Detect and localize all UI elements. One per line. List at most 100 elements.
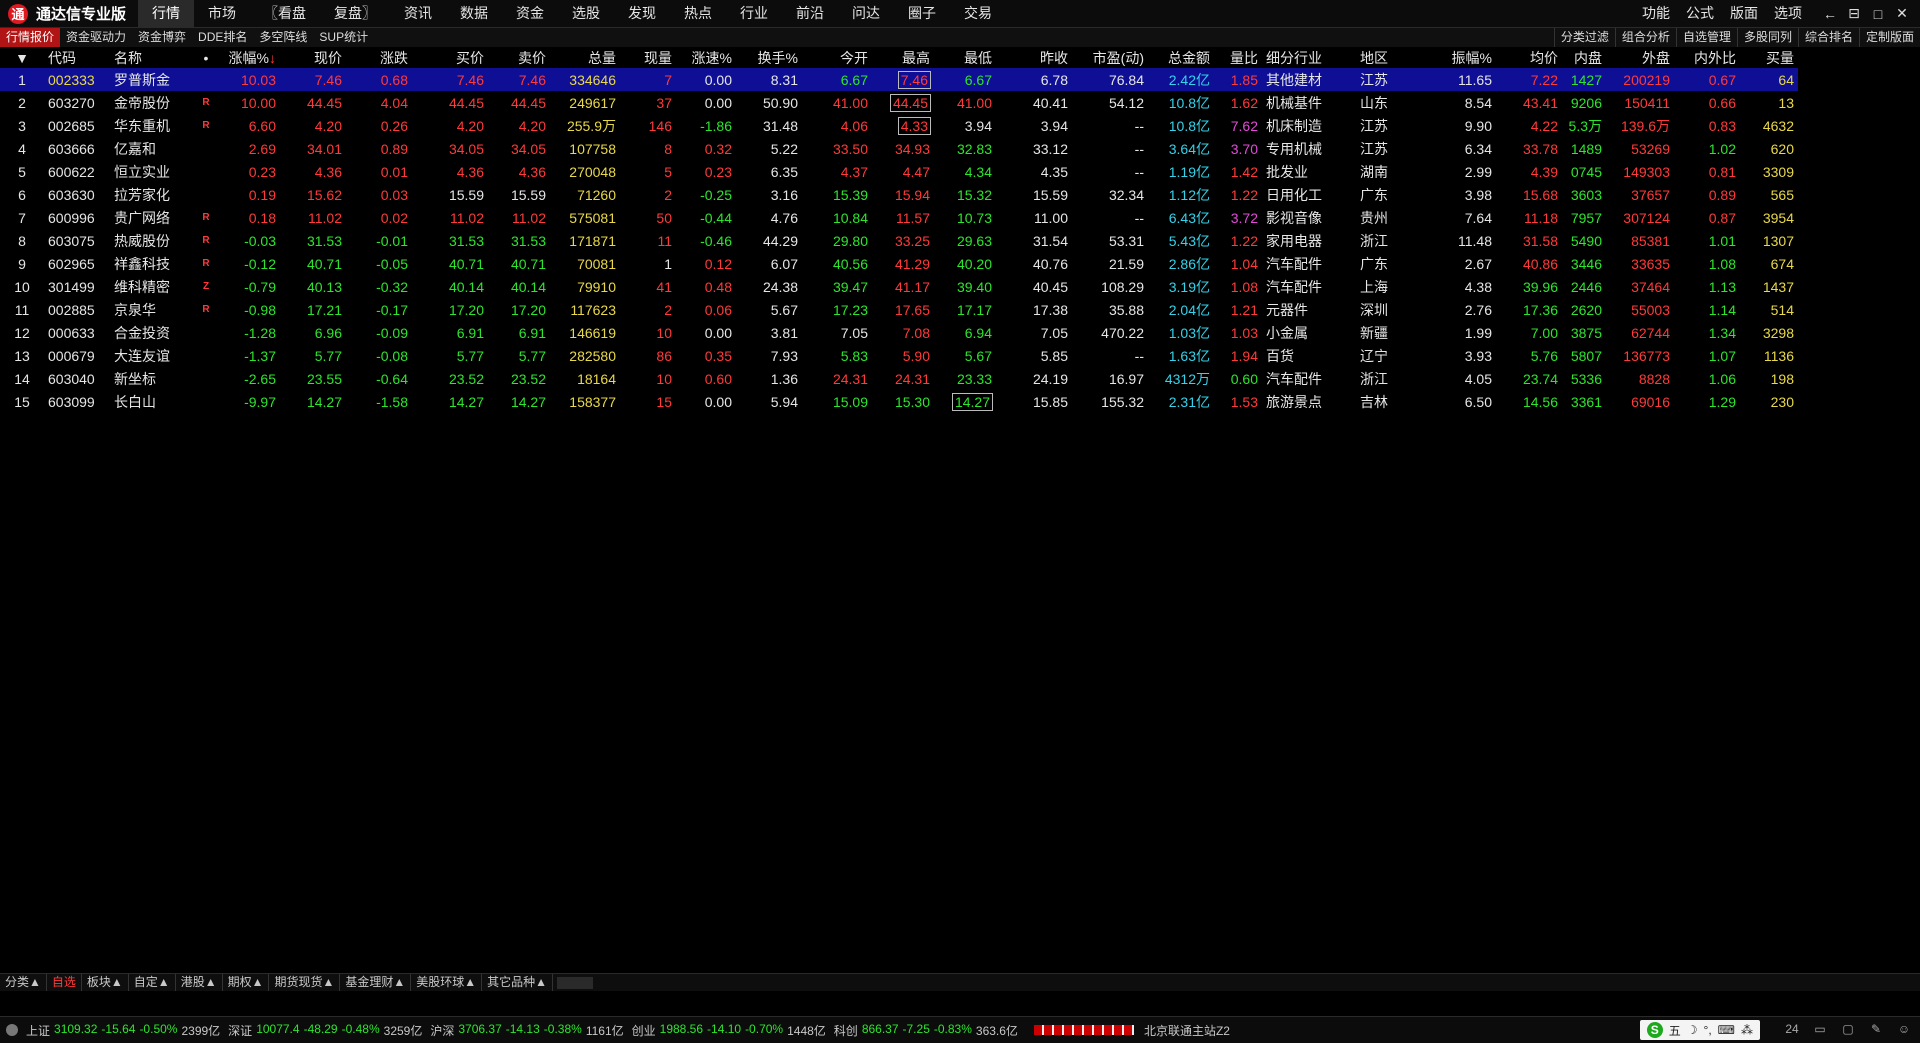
table-row[interactable]: 1 002333 罗普斯金 10.03 7.46 0.68 7.46 7.46 334646 7 0… (0, 68, 1798, 91)
index-name[interactable]: 深证 (228, 1022, 252, 1039)
button-watchlist-manage[interactable]: 自选管理 (1675, 28, 1737, 47)
column-header-low[interactable]: 最低 (934, 48, 996, 68)
ime-more-icon[interactable]: ⁂ (1741, 1023, 1753, 1037)
tab-sup-stats[interactable]: SUP统计 (313, 28, 374, 47)
column-header-ask[interactable]: 卖价 (488, 48, 550, 68)
index-name[interactable]: 上证 (26, 1022, 50, 1039)
column-header-change[interactable]: 涨跌 (346, 48, 412, 68)
menu-item-news[interactable]: 资讯 (390, 0, 446, 27)
sheet-tab-funds[interactable]: 基金理财▲ (340, 974, 412, 991)
ime-mode-icon[interactable]: 五 (1669, 1022, 1681, 1039)
button-portfolio-analysis[interactable]: 组合分析 (1614, 28, 1676, 47)
menu-item-functions[interactable]: 功能 (1634, 0, 1678, 27)
column-header-prev-close[interactable]: 昨收 (996, 48, 1072, 68)
index-name[interactable]: 沪深 (430, 1022, 454, 1039)
menu-item-layout[interactable]: 版面 (1722, 0, 1766, 27)
column-header-avg-price[interactable]: 均价 (1496, 48, 1562, 68)
menu-item-options[interactable]: 选项 (1766, 0, 1810, 27)
table-row[interactable]: 10 301499 维科精密 Z -0.79 40.13 -0.32 40.14 40.14 79… (0, 275, 1798, 298)
column-menu-icon[interactable]: ▼ (0, 48, 44, 68)
column-header-region[interactable]: 地区 (1356, 48, 1422, 68)
column-header-speed[interactable]: 涨速% (676, 48, 736, 68)
table-row[interactable]: 7 600996 贵广网络 R 0.18 11.02 0.02 11.02 11.02 57508… (0, 206, 1798, 229)
column-header-outer[interactable]: 外盘 (1606, 48, 1674, 68)
table-row[interactable]: 2 603270 金帝股份 R 10.00 44.45 4.04 44.45 44.45 2496… (0, 91, 1798, 114)
tab-capital-drive[interactable]: 资金驱动力 (60, 28, 132, 47)
back-arrow-icon[interactable]: ← (1818, 6, 1842, 22)
index-name[interactable]: 创业 (632, 1022, 656, 1039)
table-row[interactable]: 12 000633 合金投资 -1.28 6.96 -0.09 6.91 6.91 146619… (0, 321, 1798, 344)
table-row[interactable]: 5 600622 恒立实业 0.23 4.36 0.01 4.36 4.36 270048 5 0.… (0, 160, 1798, 183)
column-header-pe[interactable]: 市盈(动) (1072, 48, 1148, 68)
tab-capital-game[interactable]: 资金博弈 (132, 28, 192, 47)
maximize-icon[interactable]: □ (1866, 6, 1890, 22)
tab-quote-list[interactable]: 行情报价 (0, 28, 61, 47)
tray-user-icon[interactable]: ☺ (1896, 1022, 1912, 1036)
column-header-volume-ratio[interactable]: 量比 (1214, 48, 1262, 68)
index-name[interactable]: 科创 (834, 1022, 858, 1039)
tab-long-short[interactable]: 多空阵线 (253, 28, 313, 47)
input-method-bar[interactable]: S 五 ☽ °, ⌨ ⁂ (1639, 1020, 1760, 1040)
table-row[interactable]: 8 603075 热威股份 R -0.03 31.53 -0.01 31.53 31.53 171… (0, 229, 1798, 252)
column-header-turnover[interactable]: 换手% (736, 48, 802, 68)
table-row[interactable]: 4 603666 亿嘉和 2.69 34.01 0.89 34.05 34.05 107758 8… (0, 137, 1798, 160)
menu-item-industry[interactable]: 行业 (726, 0, 782, 27)
column-header-industry[interactable]: 细分行业 (1262, 48, 1356, 68)
sheet-tab-us-global[interactable]: 美股环球▲ (411, 974, 483, 991)
column-header-amplitude[interactable]: 振幅% (1422, 48, 1496, 68)
button-category-filter[interactable]: 分类过滤 (1553, 28, 1615, 47)
table-row[interactable]: 15 603099 长白山 -9.97 14.27 -1.58 14.27 14.27 1583… (0, 390, 1798, 413)
ime-moon-icon[interactable]: ☽ (1687, 1023, 1698, 1037)
menu-item-circle[interactable]: 圈子 (894, 0, 950, 27)
table-row[interactable]: 11 002885 京泉华 R -0.98 17.21 -0.17 17.20 17.20 117… (0, 298, 1798, 321)
menu-item-quotes[interactable]: 行情 (138, 0, 195, 27)
menu-item-stock-picker[interactable]: 选股 (558, 0, 614, 27)
table-row[interactable]: 6 603630 拉芳家化 0.19 15.62 0.03 15.59 15.59 71260 2… (0, 183, 1798, 206)
minimize-icon[interactable]: ⊟ (1842, 5, 1866, 22)
column-header-current-volume[interactable]: 现量 (620, 48, 676, 68)
sheet-tab-sector[interactable]: 板块▲ (82, 974, 129, 991)
sheet-tab-hk[interactable]: 港股▲ (176, 974, 223, 991)
table-row[interactable]: 3 002685 华东重机 R 6.60 4.20 0.26 4.20 4.20 255.9万 14… (0, 114, 1798, 137)
sheet-tab-custom[interactable]: 自定▲ (129, 974, 176, 991)
column-header-code[interactable]: 代码 (44, 48, 110, 68)
table-row[interactable]: 9 602965 祥鑫科技 R -0.12 40.71 -0.05 40.71 40.71 700… (0, 252, 1798, 275)
menu-item-frontier[interactable]: 前沿 (782, 0, 838, 27)
button-composite-rank[interactable]: 综合排名 (1797, 28, 1859, 47)
column-header-price[interactable]: 现价 (280, 48, 346, 68)
horizontal-scrollbar[interactable] (557, 976, 594, 989)
button-multi-stock[interactable]: 多股同列 (1736, 28, 1798, 47)
column-header-inner[interactable]: 内盘 (1562, 48, 1606, 68)
column-header-name[interactable]: 名称 (110, 48, 198, 68)
ime-logo-icon[interactable]: S (1646, 1022, 1663, 1038)
ime-keyboard-icon[interactable]: ⌨ (1718, 1023, 1735, 1037)
button-custom-layout[interactable]: 定制版面 (1858, 28, 1920, 47)
tab-dde-rank[interactable]: DDE排名 (192, 28, 253, 47)
column-header-dot[interactable]: • (198, 48, 214, 68)
menu-item-replay[interactable]: 复盘〗 (320, 0, 390, 27)
column-header-volume[interactable]: 总量 (550, 48, 620, 68)
tray-message-icon[interactable]: ▭ (1812, 1022, 1828, 1036)
menu-item-formula[interactable]: 公式 (1678, 0, 1722, 27)
tray-chat-icon[interactable]: ▢ (1840, 1022, 1856, 1036)
sheet-tab-category[interactable]: 分类▲ (0, 974, 47, 991)
sheet-tab-watchlist[interactable]: 自选 (47, 974, 82, 991)
sheet-tab-futures[interactable]: 期货现货▲ (269, 974, 341, 991)
table-row[interactable]: 14 603040 新坐标 -2.65 23.55 -0.64 23.52 23.52 1816… (0, 367, 1798, 390)
menu-item-funds[interactable]: 资金 (502, 0, 558, 27)
column-header-amount[interactable]: 总金额 (1148, 48, 1214, 68)
ime-punct-icon[interactable]: °, (1704, 1023, 1712, 1037)
menu-item-data[interactable]: 数据 (446, 0, 502, 27)
column-header-bid[interactable]: 买价 (412, 48, 488, 68)
column-header-open[interactable]: 今开 (802, 48, 872, 68)
menu-item-discover[interactable]: 发现 (614, 0, 670, 27)
close-icon[interactable]: ✕ (1890, 5, 1914, 22)
menu-item-watch[interactable]: 〖看盘 (250, 0, 320, 27)
status-icon[interactable] (6, 1024, 18, 1036)
menu-item-hotspot[interactable]: 热点 (670, 0, 726, 27)
sheet-tab-options[interactable]: 期权▲ (223, 974, 270, 991)
column-header-bid-volume[interactable]: 买量 (1740, 48, 1798, 68)
column-header-change-pct[interactable]: 涨幅%↓ (214, 48, 280, 68)
menu-item-market[interactable]: 市场 (194, 0, 250, 27)
server-label[interactable]: 北京联通主站Z2 (1144, 1022, 1230, 1039)
